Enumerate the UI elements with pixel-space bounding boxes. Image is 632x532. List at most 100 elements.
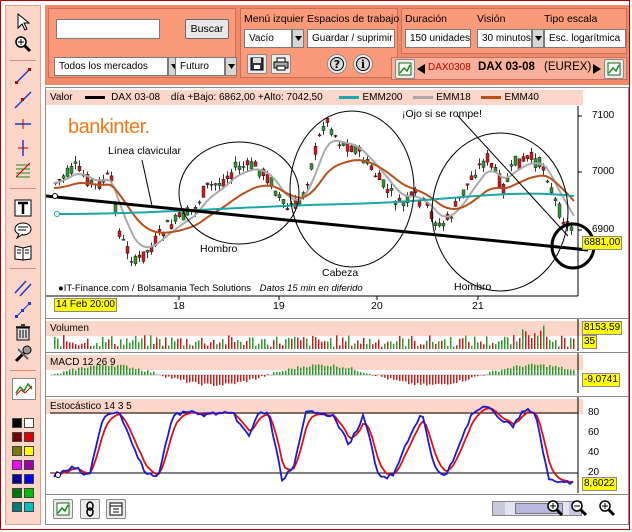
points-icon[interactable] <box>12 300 34 320</box>
macd-bar <box>387 375 389 380</box>
color-swatch[interactable] <box>24 418 34 428</box>
macd-bar <box>399 375 401 381</box>
text-icon[interactable] <box>12 198 34 218</box>
volume-bar <box>174 341 176 349</box>
comment-icon[interactable] <box>12 220 34 240</box>
tools-icon[interactable] <box>12 344 34 364</box>
volume-bar <box>558 346 560 349</box>
type-select[interactable]: Futuro <box>175 57 225 76</box>
macd-bar <box>405 375 407 382</box>
color-swatch[interactable] <box>24 488 34 498</box>
help-icon[interactable]: ? <box>327 54 347 74</box>
color-swatch[interactable] <box>12 474 22 484</box>
macd-bar <box>135 369 137 375</box>
cursor-icon[interactable] <box>12 12 34 32</box>
stochastic-chart[interactable] <box>46 397 628 493</box>
credits-note: Datos 15 min en diferido <box>259 283 363 294</box>
scroll-left-icon[interactable] <box>493 502 505 515</box>
macd-chart[interactable] <box>46 353 628 393</box>
volume-bar <box>201 337 203 349</box>
volume-bar <box>561 335 563 349</box>
chevron-down-icon[interactable] <box>292 29 304 48</box>
search-icon[interactable] <box>598 499 616 520</box>
link-icon[interactable] <box>80 499 100 519</box>
chart-icon[interactable] <box>53 499 73 519</box>
vision-label: Visión <box>477 13 506 25</box>
macd-bar <box>192 375 194 382</box>
volume-bar <box>423 344 425 349</box>
color-swatch[interactable] <box>12 460 22 470</box>
color-swatch[interactable] <box>24 460 34 470</box>
macd-bar <box>231 375 233 384</box>
duration-select[interactable]: 150 unidades <box>405 29 471 48</box>
volume-bar <box>195 341 197 349</box>
macd-bar <box>81 367 83 375</box>
calendar-icon[interactable] <box>106 499 126 519</box>
search-button[interactable]: Buscar <box>185 19 229 39</box>
line-icon[interactable] <box>12 90 34 110</box>
arrow-right-icon[interactable] <box>593 64 601 77</box>
workspace-label: Espacios de trabajo <box>307 13 400 25</box>
volume-bar <box>273 340 275 349</box>
zoom-out-icon[interactable] <box>570 499 588 520</box>
volume-bar <box>162 345 164 349</box>
color-swatch[interactable] <box>12 488 22 498</box>
color-swatch[interactable] <box>12 502 22 512</box>
color-swatch[interactable] <box>12 418 22 428</box>
volume-bar <box>297 337 299 349</box>
volume-bar <box>531 338 533 349</box>
horizontal-scrollbar[interactable] <box>492 501 582 516</box>
volume-bar <box>219 342 221 349</box>
color-swatch[interactable] <box>24 474 34 484</box>
print-icon[interactable] <box>271 54 291 74</box>
macd-bar <box>294 369 296 375</box>
trend-line-icon[interactable] <box>12 66 34 86</box>
color-swatch[interactable] <box>12 432 22 442</box>
horizontal-line-icon[interactable] <box>12 114 34 134</box>
candle <box>217 183 222 186</box>
macd-bar <box>393 375 395 380</box>
y-label: 7100 <box>592 110 615 121</box>
workspace-select[interactable]: Guardar / suprimir <box>307 29 395 48</box>
candle <box>73 161 78 164</box>
volume-bar <box>87 338 89 349</box>
color-swatch[interactable] <box>12 446 22 456</box>
save-icon[interactable] <box>247 54 267 74</box>
y-label: 80 <box>588 407 600 418</box>
candle <box>169 224 174 229</box>
scale-select[interactable]: Esc. logarítmica <box>544 29 626 48</box>
zoom-in-icon[interactable] <box>12 34 34 54</box>
chevron-down-icon[interactable] <box>532 29 544 48</box>
macd-bar <box>252 375 254 379</box>
search-input[interactable] <box>56 19 160 39</box>
macd-bar <box>354 369 356 375</box>
search-panel: Buscar Todos los mercados Futuro <box>48 8 237 78</box>
color-swatch[interactable] <box>24 446 34 456</box>
y-label: 6900 <box>592 224 615 235</box>
info-icon[interactable]: i <box>353 54 373 74</box>
macd-bar <box>216 375 218 386</box>
volume-bar <box>108 339 110 349</box>
volume-bar <box>420 344 422 349</box>
fibonacci-icon[interactable] <box>12 160 34 180</box>
zoom-in-icon[interactable] <box>546 499 564 520</box>
volume-chart[interactable] <box>46 319 628 351</box>
vision-select[interactable]: 30 minutos <box>477 29 532 48</box>
parallel-line-icon[interactable] <box>12 278 34 298</box>
market-select[interactable]: Todos los mercados <box>54 57 168 76</box>
menu-select[interactable]: Vacío <box>244 29 292 48</box>
color-swatch[interactable] <box>24 502 34 512</box>
volume-bar <box>480 341 482 349</box>
macd-bar <box>420 375 422 385</box>
color-swatch[interactable] <box>24 432 34 442</box>
trash-icon[interactable] <box>12 322 34 342</box>
previous-chart-icon[interactable] <box>395 59 415 79</box>
chevron-down-icon[interactable] <box>225 57 237 76</box>
macd-bar <box>429 375 431 385</box>
volume-bar <box>456 345 458 349</box>
book-icon[interactable] <box>12 242 34 262</box>
next-chart-icon[interactable] <box>604 59 624 79</box>
indicator-icon[interactable] <box>12 378 36 400</box>
arrow-left-icon[interactable] <box>417 64 425 77</box>
vertical-line-icon[interactable] <box>12 138 34 158</box>
